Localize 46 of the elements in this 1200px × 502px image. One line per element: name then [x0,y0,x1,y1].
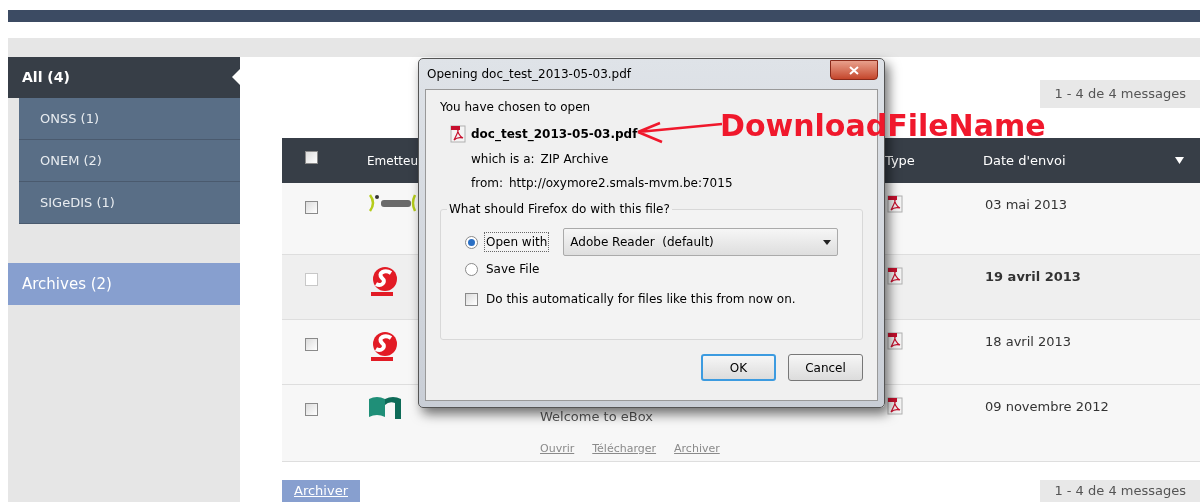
radio-button[interactable] [465,262,478,276]
close-icon [849,65,859,75]
sidebar-subitem[interactable]: ONSS (1) [19,98,240,140]
checkbox[interactable] [305,273,318,286]
pdf-icon [887,267,903,285]
radio-label[interactable]: Save File [484,260,542,278]
sender-logo-icon [367,395,403,421]
dialog-intro: You have chosen to open [440,99,592,116]
pagination-label: 1 - 4 de 4 messages [1040,480,1200,502]
type-label: which is a: [471,151,535,168]
checkbox-label[interactable]: Do this automatically for files like this from now on. [486,290,796,308]
dialog-button[interactable]: Cancel [788,354,863,381]
sidebar-subitem[interactable]: ONEM (2) [19,140,240,182]
dialog-title: Opening doc_test_2013-05-03.pdf [427,66,632,83]
radio-button[interactable] [465,235,478,249]
file-name: doc_test_2013-05-03.pdf [471,126,638,143]
sidebar-subitem[interactable]: SIGeDIS (1) [19,182,240,224]
checkbox[interactable] [305,338,318,351]
pdf-icon [887,195,903,213]
pdf-icon [450,125,466,143]
checkbox[interactable] [465,292,478,306]
source-url: http://oxymore2.smals-mvm.be:7015 [508,175,733,192]
date-cell-text: 18 avril 2013 [985,333,1072,351]
pdf-icon [887,332,903,350]
app-select[interactable]: Adobe Reader (default) [563,228,838,256]
dropdown-caret-icon [823,239,831,245]
sidebar-item[interactable]: All (4) [8,57,240,98]
column-header[interactable]: Type [885,150,983,171]
dialog-button[interactable]: OK [701,354,776,381]
date-cell-text: 09 novembre 2012 [985,398,1109,416]
checkbox[interactable] [305,151,318,164]
source-label: from: [471,175,503,192]
sender-logo-icon [367,193,419,213]
group-legend: What should Firefox do with this file? [447,200,672,218]
pagination-label: 1 - 4 de 4 messages [1040,80,1200,108]
sort-caret-icon[interactable] [1175,157,1184,164]
pdf-icon [887,397,903,415]
close-button[interactable] [830,60,878,80]
message-subject[interactable]: Welcome to eBox [540,407,887,427]
file-type: ZIP Archive [540,151,609,168]
checkbox[interactable] [305,403,318,416]
date-cell-text: 19 avril 2013 [985,268,1081,286]
radio-label[interactable]: Open with [484,232,550,252]
column-header[interactable]: Date d'envoi [983,150,1175,171]
checkbox[interactable] [305,201,318,214]
date-cell-text: 03 mai 2013 [985,196,1068,214]
